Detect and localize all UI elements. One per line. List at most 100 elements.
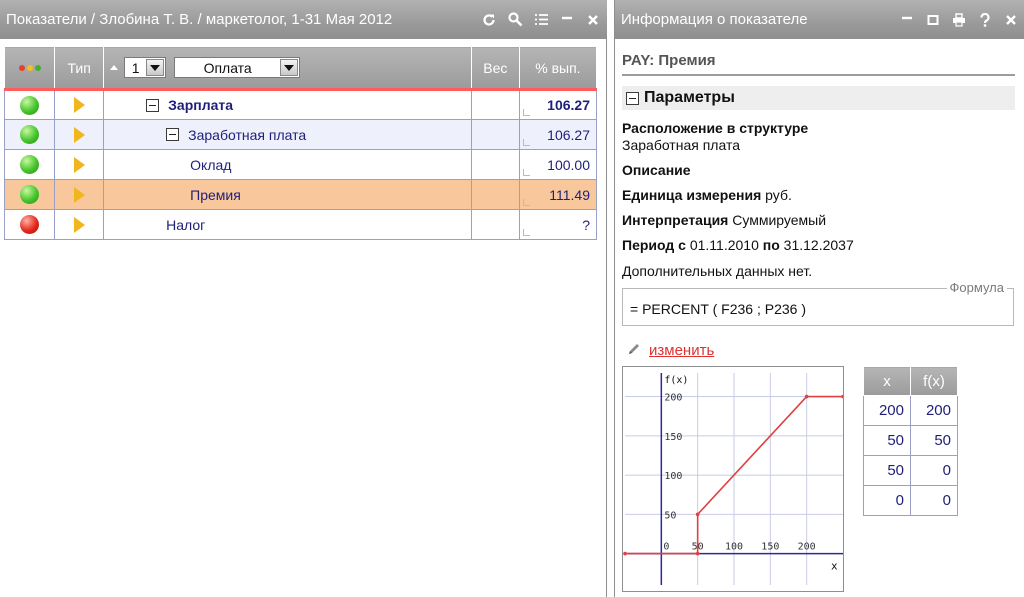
formula-legend: Формула [946, 280, 1007, 295]
name-cell[interactable]: Заработная плата [103, 119, 472, 150]
grid-body: Зарплата 106.27 Заработная плата 106.27 Окла… [3, 89, 598, 240]
collapse-icon[interactable] [626, 91, 639, 105]
table-row[interactable]: Налог? [3, 209, 598, 240]
type-cell [54, 89, 105, 120]
traffic-light-icon [5, 64, 54, 71]
type-cell [54, 149, 105, 180]
formula-box: Формула = PERCENT ( F236 ; P236 ) [622, 280, 1014, 326]
percent-cell: ? [518, 209, 598, 240]
chart-ticks: 0 50 100 150 20050100150200 [663, 393, 815, 553]
indicator-name: Премия [190, 186, 241, 203]
close-icon[interactable] [1003, 12, 1019, 28]
period-row: Период с 01.11.2010 по 31.12.2037 [622, 237, 854, 253]
print-icon[interactable] [951, 12, 967, 28]
refresh-icon[interactable] [481, 12, 497, 28]
chart-x-tick-label: 0 [663, 542, 669, 553]
type-arrow-icon [73, 186, 85, 203]
name-cell[interactable]: Оклад [103, 149, 472, 180]
fx-value-cell[interactable]: 50 [910, 425, 958, 456]
weight-cell [470, 209, 520, 240]
weight-column-header[interactable]: Вес [470, 46, 520, 91]
function-table-body: 200 200 50 50 50 0 0 0 [863, 395, 958, 516]
collapse-icon[interactable] [146, 98, 160, 112]
chevron-down-icon[interactable] [280, 59, 299, 76]
edit-link[interactable]: изменить [627, 342, 714, 359]
name-column-header: 1 Оплата [103, 46, 472, 91]
indicator-name: Заработная плата [188, 126, 307, 143]
interpretation-row: Интерпретация Суммируемый [622, 212, 826, 228]
function-table-header: x f(x) [863, 366, 958, 396]
fx-value-cell[interactable]: 0 [910, 455, 958, 486]
x-value-cell[interactable]: 50 [863, 455, 911, 486]
name-cell[interactable]: Налог [103, 209, 472, 240]
percent-cell: 106.27 [518, 89, 598, 120]
status-green-icon [20, 185, 40, 204]
indicators-titlebar: Показатели / Злобина Т. В. / маркетолог,… [0, 0, 607, 39]
group-select-value: Оплата [203, 59, 252, 76]
level-select[interactable]: 1 [124, 57, 167, 78]
table-row[interactable]: Зарплата 106.27 [3, 89, 598, 120]
status-red-icon [20, 215, 40, 234]
status-green-icon [20, 125, 40, 144]
fx-value-cell[interactable]: 0 [910, 485, 958, 516]
function-table-row: 200 200 [863, 395, 958, 426]
period-from: 01.11.2010 [689, 237, 759, 253]
group-select[interactable]: Оплата [174, 57, 301, 78]
table-row[interactable]: Премия 111.49 [3, 179, 598, 210]
status-column-header[interactable] [3, 46, 56, 91]
period-to-label: по [762, 237, 780, 253]
chart-data-point [623, 551, 627, 556]
percent-column-header[interactable]: % вып. [518, 46, 598, 91]
list-icon[interactable] [533, 12, 549, 28]
weight-cell [470, 119, 520, 150]
x-value-cell[interactable]: 200 [863, 395, 911, 426]
collapse-icon[interactable] [166, 128, 180, 141]
indicators-title-icons [481, 0, 601, 39]
title-divider [622, 74, 1015, 76]
minimize-icon[interactable] [559, 12, 575, 28]
weight-cell [470, 149, 520, 180]
type-cell [54, 209, 105, 240]
period-to: 31.12.2037 [783, 237, 854, 253]
indicator-name: Оклад [190, 156, 232, 173]
fx-value-cell[interactable]: 200 [910, 395, 958, 426]
type-cell [54, 179, 105, 210]
x-value-cell[interactable]: 50 [863, 425, 911, 456]
close-icon[interactable] [585, 12, 601, 28]
chart-y-tick-label: 200 [664, 393, 682, 404]
status-cell [3, 89, 56, 120]
chart-x-tick-label: 100 [725, 542, 743, 553]
function-table-row: 50 0 [863, 455, 958, 486]
no-additional-data: Дополнительных данных нет. [622, 263, 813, 279]
type-arrow-icon [73, 216, 85, 233]
type-cell [54, 119, 105, 150]
function-chart: 0 50 100 150 20050100150200 f(x) x [622, 366, 844, 592]
edit-link-label[interactable]: изменить [649, 342, 714, 359]
percent-cell: 100.00 [518, 149, 598, 180]
table-row[interactable]: Заработная плата 106.27 [3, 119, 598, 150]
name-cell[interactable]: Зарплата [103, 89, 472, 120]
fx-column-header[interactable]: f(x) [910, 366, 958, 396]
indicator-info-panel: Информация о показателе PAY: Премия Пара… [614, 0, 1024, 597]
function-table-row: 00 [863, 485, 958, 516]
unit-label: Единица измерения [622, 187, 762, 203]
level-select-value: 1 [131, 59, 140, 76]
unit-row: Единица измерения руб. [622, 187, 792, 203]
minimize-icon[interactable] [899, 12, 915, 28]
chart-y-tick-label: 100 [664, 471, 682, 482]
sort-ascending-icon[interactable] [110, 65, 119, 70]
table-row[interactable]: Оклад 100.00 [3, 149, 598, 180]
x-column-header[interactable]: x [863, 366, 911, 396]
pencil-icon [627, 342, 641, 359]
search-icon[interactable] [507, 12, 523, 28]
type-column-header[interactable]: Тип [54, 46, 105, 91]
chart-x-tick-label: 150 [761, 542, 779, 553]
indicators-title: Показатели / Злобина Т. В. / маркетолог,… [6, 11, 393, 28]
info-title: Информация о показателе [621, 11, 808, 28]
parameters-section-header[interactable]: Параметры [622, 86, 1015, 110]
name-cell[interactable]: Премия [103, 179, 472, 210]
maximize-icon[interactable] [925, 12, 941, 28]
x-value-cell[interactable]: 0 [863, 485, 911, 516]
chevron-down-icon[interactable] [146, 59, 165, 76]
help-icon[interactable] [977, 12, 993, 28]
